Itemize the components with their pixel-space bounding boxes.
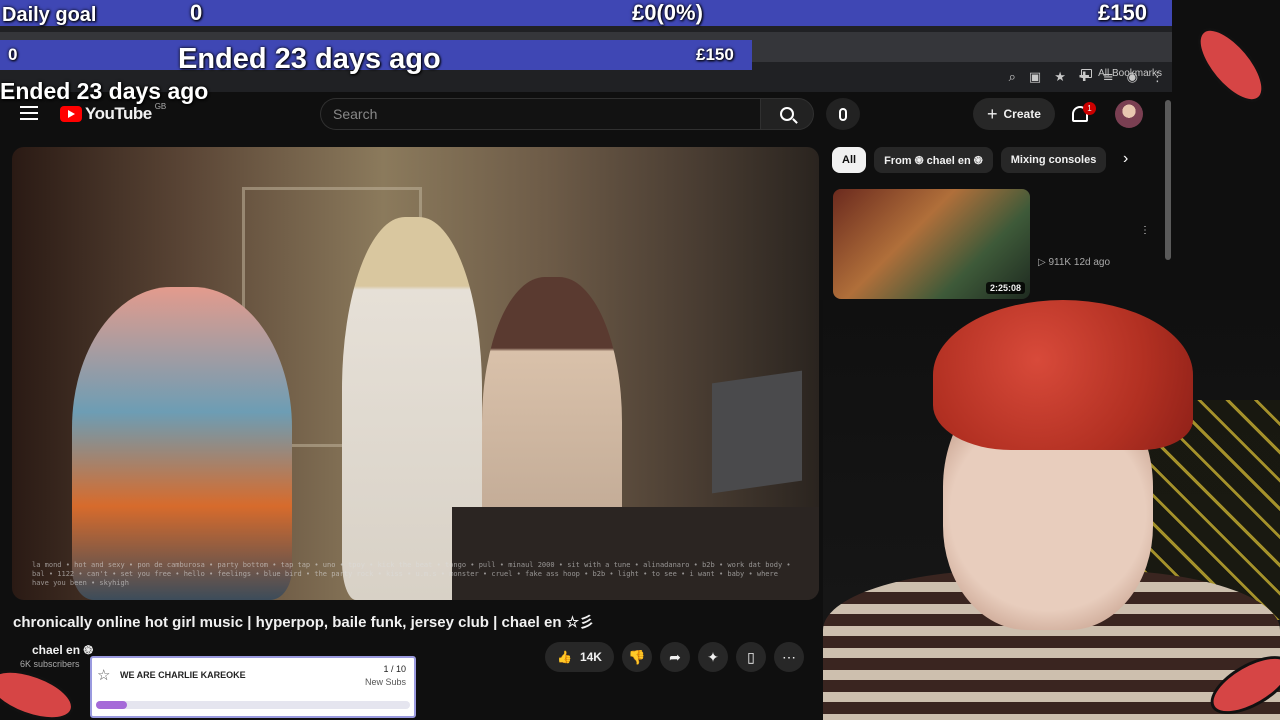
sparkle-icon: ✦ [707,648,719,665]
sub-goal-progress-fill [96,701,128,709]
folder-icon [1081,69,1093,78]
more-icon[interactable]: ⋮ [1140,226,1150,236]
hamburger-menu-icon[interactable] [20,106,38,120]
goal-target: £150 [1098,0,1147,25]
zoom-icon[interactable]: ⌕ [1009,70,1016,85]
goal-ended: Ended 23 days ago [0,78,209,104]
dislike-button[interactable]: 👎 [621,642,652,672]
bookmark-icon: ▯ [747,648,755,665]
sub-goal-widget: ☆ WE ARE CHARLIE KAREOKE 1 / 10 New Subs [90,656,416,718]
search-placeholder: Search [333,106,378,122]
youtube-play-icon [60,106,82,122]
create-button[interactable]: + Create [973,98,1055,130]
search-input[interactable]: Search [320,98,761,130]
create-label: Create [1003,107,1041,121]
chip-mixing-consoles[interactable]: Mixing consoles [1000,147,1107,173]
recommended-video-thumbnail[interactable]: 2:25:08 [833,189,1030,299]
subscriber-count: 6K subscribers [20,659,80,669]
webcam-hair [933,300,1193,450]
chili-pepper-decoration [1185,17,1277,113]
screenshot-icon[interactable]: ▣ [1029,70,1041,85]
goal-ended-large: Ended 23 days ago [178,43,441,75]
ask-button[interactable]: ✦ [697,642,728,672]
share-icon: ➦ [669,648,681,665]
video-player[interactable]: la mond • hot and sexy • pon de camburos… [12,147,819,600]
filter-chips: All From ֍ chael en ֍ Mixing consoles [832,147,1107,173]
goal-current-second: 0 [8,45,18,64]
more-icon: ⋯ [781,648,796,665]
like-count: 14K [579,650,602,664]
chevron-right-icon[interactable]: › [1123,150,1128,168]
goal-progress: £0(0%) [632,0,703,25]
video-frame-figure [72,287,292,600]
logo-text: YouTube [85,104,152,123]
more-actions-button[interactable]: ⋯ [773,642,804,672]
plus-icon: + [987,103,998,124]
bookmarks-label: All Bookmarks [1098,68,1162,79]
goal-bar-top [0,0,1172,26]
sub-goal-label: New Subs [364,677,406,687]
video-duration: 2:25:08 [985,282,1025,294]
view-count: 911K [1048,257,1072,268]
youtube-logo[interactable]: YouTube GB [60,102,166,124]
sub-goal-title: WE ARE CHARLIE KAREOKE [120,670,246,680]
save-button[interactable]: ▯ [735,642,766,672]
chip-from-channel[interactable]: From ֍ chael en ֍ [874,147,993,173]
goal-target-second: £150 [696,45,734,64]
chip-all[interactable]: All [832,147,867,173]
search-button[interactable] [760,98,814,130]
thumbs-down-icon: 👎 [628,648,646,665]
search-icon [780,107,794,121]
thumbs-up-icon: 👍 [557,650,572,664]
sub-goal-progress-track [96,701,410,709]
notification-badge: 1 [1083,102,1096,115]
video-title: chronically online hot girl music | hype… [13,614,595,631]
share-button[interactable]: ➦ [659,642,690,672]
goal-label: Daily goal [2,4,97,26]
avatar[interactable] [1115,100,1143,128]
star-icon: ☆ [97,667,111,684]
play-icon: ▷ [1038,257,1046,268]
channel-name[interactable]: chael en ֍ [32,641,93,658]
bookmarks-bar-item[interactable]: All Bookmarks [1081,68,1162,79]
voice-search-button[interactable] [826,98,860,130]
goal-current: 0 [190,0,203,25]
scrollbar[interactable] [1165,100,1171,260]
video-actions: 👍 14K 👎 ➦ ✦ ▯ ⋯ [545,642,804,672]
webcam-overlay [823,300,1280,720]
screen: { "stream_overlay": { "goal_label": "Dai… [0,0,1280,720]
video-frame-laptop [712,370,802,494]
upload-age: 12d ago [1073,257,1111,268]
sub-goal-count: 1 / 10 [383,664,406,674]
like-button[interactable]: 👍 14K [545,642,614,672]
video-tracklist-caption: la mond • hot and sexy • pon de camburos… [32,561,791,587]
microphone-icon [839,107,847,121]
star-icon[interactable]: ★ [1054,70,1066,85]
recommended-video-meta: ▷ 911K 12d ago [1038,257,1110,268]
